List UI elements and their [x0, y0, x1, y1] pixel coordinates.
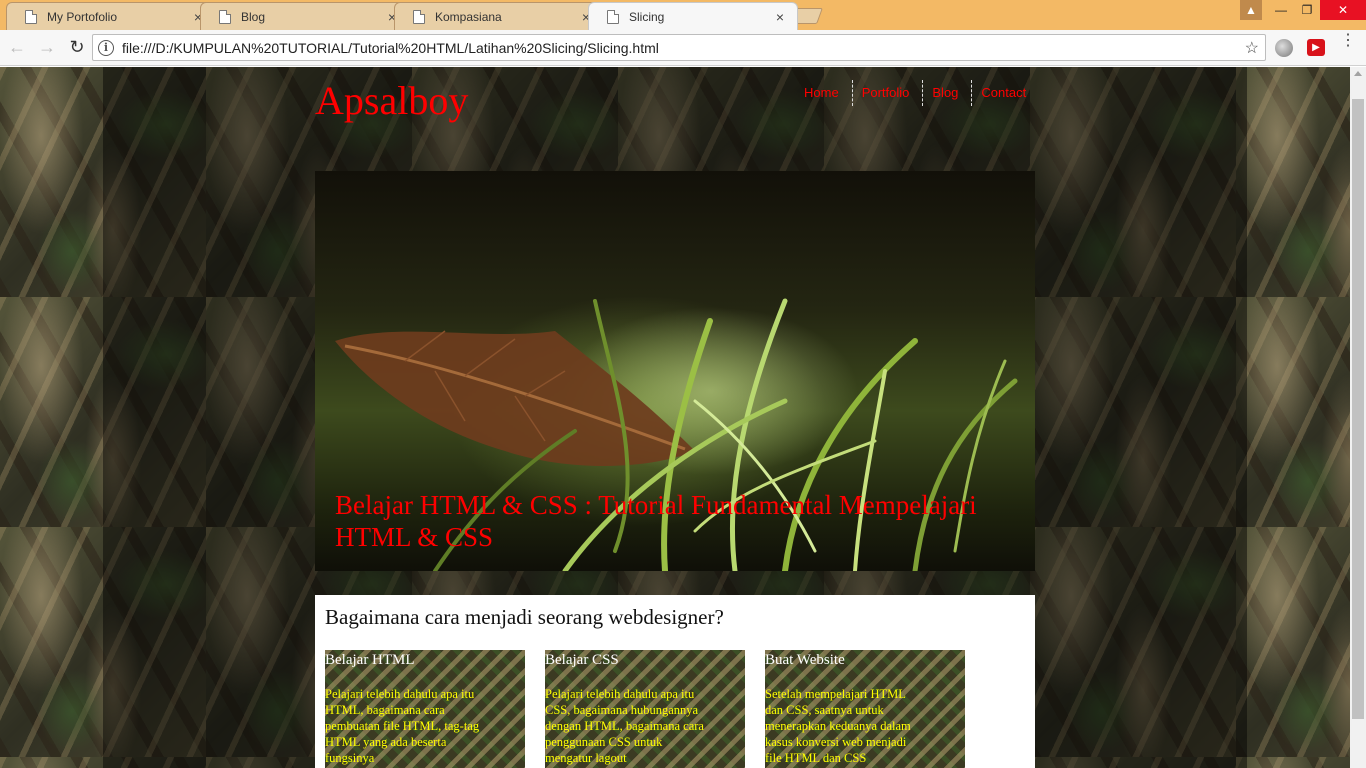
tab-title: Slicing: [629, 9, 665, 24]
content-section: Bagaimana cara menjadi seorang webdesign…: [315, 595, 1035, 768]
youtube-extension-icon[interactable]: ▶: [1307, 39, 1325, 56]
card-text: Pelajari telebih dahulu apa itu HTML, ba…: [325, 687, 480, 765]
address-bar[interactable]: i file:///D:/KUMPULAN%20TUTORIAL/Tutoria…: [92, 34, 1266, 61]
hero-banner: Belajar HTML & CSS : Tutorial Fundamenta…: [315, 171, 1035, 571]
tab-title: Kompasiana: [435, 9, 502, 24]
section-heading: Bagaimana cara menjadi seorang webdesign…: [325, 605, 724, 629]
menu-icon[interactable]: ⋮: [1340, 33, 1356, 49]
tab-title: My Portofolio: [47, 9, 118, 24]
forward-button[interactable]: →: [34, 35, 60, 61]
card-buat-website: Buat Website Setelah mempelajari HTML da…: [765, 650, 965, 768]
tab-kompasiana[interactable]: Kompasiana ×: [394, 2, 604, 30]
tab-strip: My Portofolio × Blog × Kompasiana × Slic…: [0, 0, 1366, 30]
page-icon: [413, 9, 425, 24]
page-container: Apsalboy Home Portfolio Blog Contact Bel…: [103, 67, 1247, 768]
tab-my-portofolio[interactable]: My Portofolio ×: [6, 2, 216, 30]
maximize-button[interactable]: ❐: [1294, 0, 1320, 20]
scrollbar-thumb[interactable]: [1352, 99, 1364, 719]
tab-title: Blog: [241, 9, 266, 24]
card-belajar-html: Belajar HTML Pelajari telebih dahulu apa…: [325, 650, 525, 768]
tab-blog[interactable]: Blog ×: [200, 2, 410, 30]
nav-home[interactable]: Home: [795, 80, 844, 106]
card-title: Belajar HTML: [325, 652, 415, 668]
site-logo[interactable]: Apsalboy: [315, 77, 468, 124]
card-text: Setelah mempelajari HTML dan CSS, saatny…: [765, 687, 911, 765]
hero-title: Belajar HTML & CSS : Tutorial Fundamenta…: [335, 490, 977, 552]
url-text[interactable]: file:///D:/KUMPULAN%20TUTORIAL/Tutorial%…: [122, 40, 1245, 56]
page-icon: [25, 9, 37, 24]
card-title: Belajar CSS: [545, 652, 619, 668]
close-window-button[interactable]: ✕: [1320, 0, 1366, 20]
user-icon[interactable]: ▲: [1240, 0, 1262, 20]
window-controls: ▲ — ❐ ✕: [1240, 0, 1366, 20]
nav-portfolio[interactable]: Portfolio: [851, 80, 915, 106]
tab-slicing[interactable]: Slicing ×: [588, 2, 798, 30]
top-nav: Home Portfolio Blog Contact: [791, 79, 1035, 107]
close-tab-icon[interactable]: ×: [773, 9, 787, 25]
reload-button[interactable]: ↻: [64, 35, 90, 61]
browser-toolbar: ← → ↻ i file:///D:/KUMPULAN%20TUTORIAL/T…: [0, 30, 1366, 66]
page-viewport: Apsalboy Home Portfolio Blog Contact Bel…: [0, 67, 1350, 768]
vertical-scrollbar[interactable]: [1350, 67, 1366, 768]
card-title: Buat Website: [765, 652, 845, 668]
nav-contact[interactable]: Contact: [971, 80, 1031, 106]
card-belajar-css: Belajar CSS Pelajari telebih dahulu apa …: [545, 650, 745, 768]
page-icon: [607, 9, 619, 24]
nav-blog[interactable]: Blog: [922, 80, 963, 106]
scroll-up-arrow-icon[interactable]: [1354, 71, 1362, 76]
card-text: Pelajari telebih dahulu apa itu CSS, bag…: [545, 687, 704, 765]
back-button[interactable]: ←: [4, 35, 30, 61]
extension-icon[interactable]: [1275, 39, 1293, 57]
info-icon[interactable]: i: [98, 39, 114, 56]
page-icon: [219, 9, 231, 24]
bookmark-star-icon[interactable]: ☆: [1245, 38, 1259, 58]
minimize-button[interactable]: —: [1268, 0, 1294, 20]
